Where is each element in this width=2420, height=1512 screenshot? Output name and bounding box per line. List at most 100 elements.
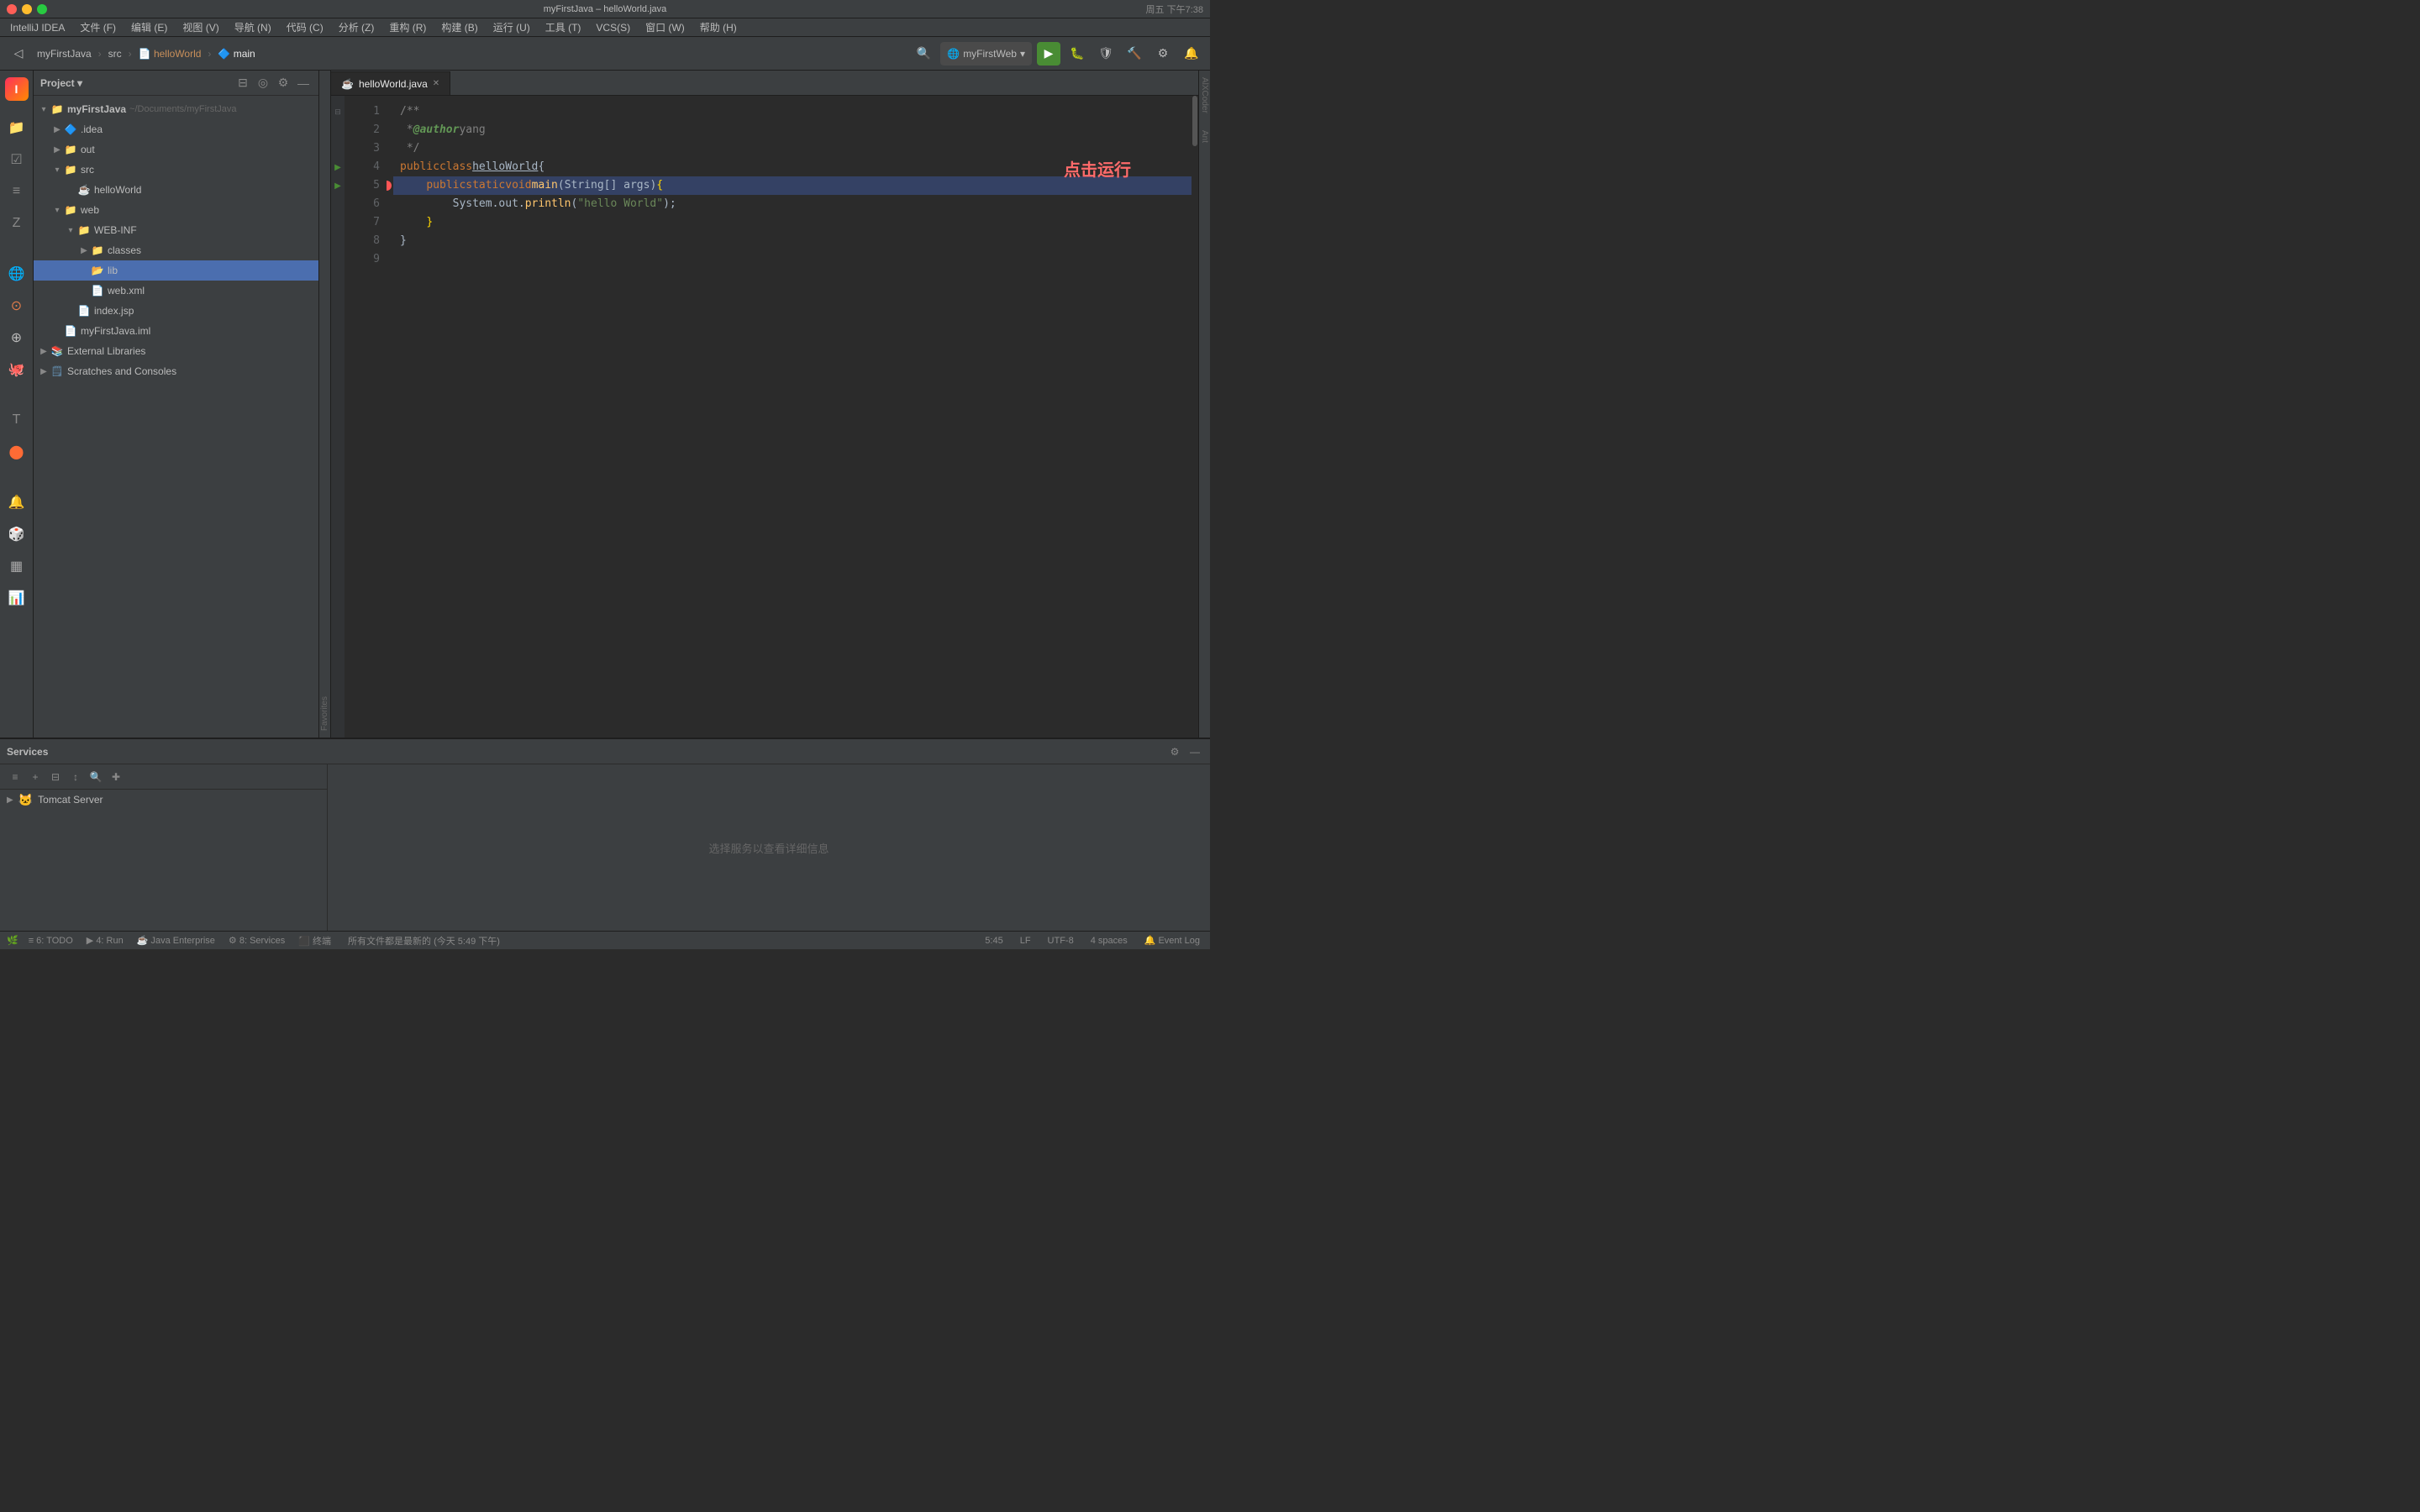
sidebar-zstructure-icon[interactable]: Z — [2, 208, 32, 239]
menu-app-name[interactable]: IntelliJ IDEA — [3, 20, 71, 35]
favorites-label[interactable]: Favorites — [320, 696, 329, 731]
tree-item-indexjsp[interactable]: ▶ 📄 index.jsp — [34, 301, 318, 321]
menu-refactor[interactable]: 重构 (R) — [382, 18, 433, 36]
tree-item-webinf[interactable]: ▾ 📁 WEB-INF — [34, 220, 318, 240]
menu-file[interactable]: 文件 (F) — [73, 18, 123, 36]
tree-item-out[interactable]: ▶ 📁 out — [34, 139, 318, 160]
sidebar-run-icon[interactable]: ⊙ — [2, 291, 32, 321]
run-button[interactable]: ▶ — [1037, 42, 1060, 66]
sidebar-color-icon[interactable]: ⬤ — [2, 437, 32, 467]
build-button[interactable]: 🔨 — [1123, 42, 1146, 66]
menu-code[interactable]: 代码 (C) — [280, 18, 330, 36]
sidebar-plugin-icon[interactable]: 🎲 — [2, 519, 32, 549]
sidebar-safari-icon[interactable]: 🌐 — [2, 259, 32, 289]
status-java-enterprise[interactable]: ☕ Java Enterprise — [134, 934, 218, 947]
tree-item-classes[interactable]: ▶ 📁 classes — [34, 240, 318, 260]
sidebar-commit-icon[interactable]: ☑ — [2, 144, 32, 175]
coverage-button[interactable]: 🛡 — [1094, 42, 1118, 66]
file-tree-header: Project ▾ ⊟ ◎ ⚙ — — [34, 71, 318, 96]
tab-helloworld[interactable]: ☕ helloWorld.java ✕ — [331, 71, 450, 95]
tree-item-scratches[interactable]: ▶ 🗒 Scratches and Consoles — [34, 361, 318, 381]
settings-panel-button[interactable]: ⚙ — [1166, 743, 1183, 760]
sidebar-github-icon[interactable]: 🐙 — [2, 354, 32, 385]
menu-build[interactable]: 构建 (B) — [434, 18, 484, 36]
minimize-panel-button[interactable]: — — [1186, 743, 1203, 760]
run-gutter-5[interactable]: ▶ — [334, 181, 341, 191]
breadcrumb-main[interactable]: 🔷 main — [214, 46, 258, 61]
menu-help[interactable]: 帮助 (H) — [693, 18, 744, 36]
code-editor[interactable]: /** * @author yang */ public class hello… — [387, 96, 1192, 738]
menu-vcs[interactable]: VCS(S) — [589, 20, 637, 35]
breadcrumb-project[interactable]: myFirstJava — [34, 46, 95, 61]
status-todo[interactable]: ≡ 6: TODO — [25, 935, 76, 947]
alxcoder-label[interactable]: AlXCoder — [1200, 77, 1209, 113]
notifications-button[interactable]: 🔔 — [1180, 42, 1203, 66]
status-run[interactable]: ▶ 4: Run — [83, 934, 127, 947]
settings-button[interactable]: ⚙ — [1151, 42, 1175, 66]
debug-button[interactable]: 🐛 — [1065, 42, 1089, 66]
code-comment-prefix-2: * — [400, 121, 413, 139]
status-indent[interactable]: 4 spaces — [1087, 935, 1131, 947]
breakpoint-indicator[interactable] — [387, 181, 392, 191]
tree-item-web[interactable]: ▾ 📁 web — [34, 200, 318, 220]
menu-view[interactable]: 视图 (V) — [176, 18, 225, 36]
tree-item-iml[interactable]: ▶ 📄 myFirstJava.iml — [34, 321, 318, 341]
tree-item-lib[interactable]: ▶ 📂 lib — [34, 260, 318, 281]
service-item-tomcat[interactable]: ▶ 🐱 Tomcat Server — [0, 790, 327, 810]
tree-item-root[interactable]: ▾ 📁 myFirstJava ~/Documents/myFirstJava — [34, 99, 318, 119]
code-kw-class: class — [439, 158, 472, 176]
breadcrumb-src[interactable]: src — [105, 46, 125, 61]
run-gutter-4[interactable]: ▶ — [334, 163, 341, 172]
status-services[interactable]: ⚙ 8: Services — [225, 934, 288, 947]
menu-run[interactable]: 运行 (U) — [487, 18, 537, 36]
sidebar-stats-icon[interactable]: 📊 — [2, 583, 32, 613]
status-line-ending[interactable]: LF — [1017, 935, 1034, 947]
scrollbar-thumb[interactable] — [1192, 96, 1197, 146]
tree-item-helloworld[interactable]: ▶ ☕ helloWorld — [34, 180, 318, 200]
services-title: Services — [7, 746, 48, 758]
tree-item-webxml[interactable]: ▶ 📄 web.xml — [34, 281, 318, 301]
sidebar-project-icon[interactable]: 📁 — [2, 113, 32, 143]
menu-edit[interactable]: 编辑 (E) — [124, 18, 174, 36]
run-configuration[interactable]: 🌐 myFirstWeb ▾ — [940, 42, 1032, 66]
menu-analyze[interactable]: 分析 (Z) — [332, 18, 381, 36]
close-button[interactable] — [7, 4, 17, 14]
services-btn-add[interactable]: + — [27, 769, 44, 785]
menu-navigate[interactable]: 导航 (N) — [228, 18, 278, 36]
status-line-col[interactable]: 5:45 — [981, 935, 1006, 947]
collapse-all-button[interactable]: ⊟ — [234, 75, 251, 92]
sidebar-notification-icon[interactable]: 🔔 — [2, 487, 32, 517]
breadcrumb: myFirstJava › src › 📄 helloWorld › 🔷 mai… — [34, 46, 908, 61]
minimize-button[interactable] — [22, 4, 32, 14]
tomcat-arrow-icon: ▶ — [7, 795, 13, 805]
code-line-9 — [393, 250, 1192, 269]
sidebar-terminal-icon[interactable]: ▦ — [2, 551, 32, 581]
bottom-panel-content: ≡ + ⊟ ↕ 🔍 ✚ ▶ 🐱 Tomcat Server 选择服务以查看详细信… — [0, 764, 1210, 931]
sidebar-git-icon[interactable]: ⊕ — [2, 323, 32, 353]
sidebar-structure-icon[interactable]: ≡ — [2, 176, 32, 207]
back-button[interactable]: ◁ — [7, 42, 30, 66]
tree-item-src[interactable]: ▾ 📁 src — [34, 160, 318, 180]
tab-close-button[interactable]: ✕ — [433, 79, 439, 88]
services-btn-plus2[interactable]: ✚ — [108, 769, 124, 785]
tree-item-external-libs[interactable]: ▶ 📚 External Libraries — [34, 341, 318, 361]
services-btn-filter[interactable]: ⊟ — [47, 769, 64, 785]
status-terminal[interactable]: ⬛ 终端 — [295, 933, 334, 948]
editor-scrollbar[interactable] — [1192, 96, 1198, 738]
tree-item-idea[interactable]: ▶ 🔷 .idea — [34, 119, 318, 139]
maximize-button[interactable] — [37, 4, 47, 14]
ant-label[interactable]: Ant — [1200, 130, 1209, 143]
menu-window[interactable]: 窗口 (W) — [639, 18, 692, 36]
status-event-log[interactable]: 🔔 Event Log — [1141, 934, 1203, 947]
status-encoding[interactable]: UTF-8 — [1044, 935, 1077, 947]
locate-file-button[interactable]: ◎ — [255, 75, 271, 92]
services-btn-sort[interactable]: ↕ — [67, 769, 84, 785]
breadcrumb-helloworld[interactable]: 📄 helloWorld — [135, 46, 205, 61]
services-btn-search[interactable]: 🔍 — [87, 769, 104, 785]
services-btn-list[interactable]: ≡ — [7, 769, 24, 785]
tree-settings-button[interactable]: ⚙ — [275, 75, 292, 92]
sidebar-font-icon[interactable]: T — [2, 405, 32, 435]
search-everywhere-button[interactable]: 🔍 — [912, 42, 935, 66]
hide-panel-button[interactable]: — — [295, 75, 312, 92]
menu-tools[interactable]: 工具 (T) — [539, 18, 588, 36]
